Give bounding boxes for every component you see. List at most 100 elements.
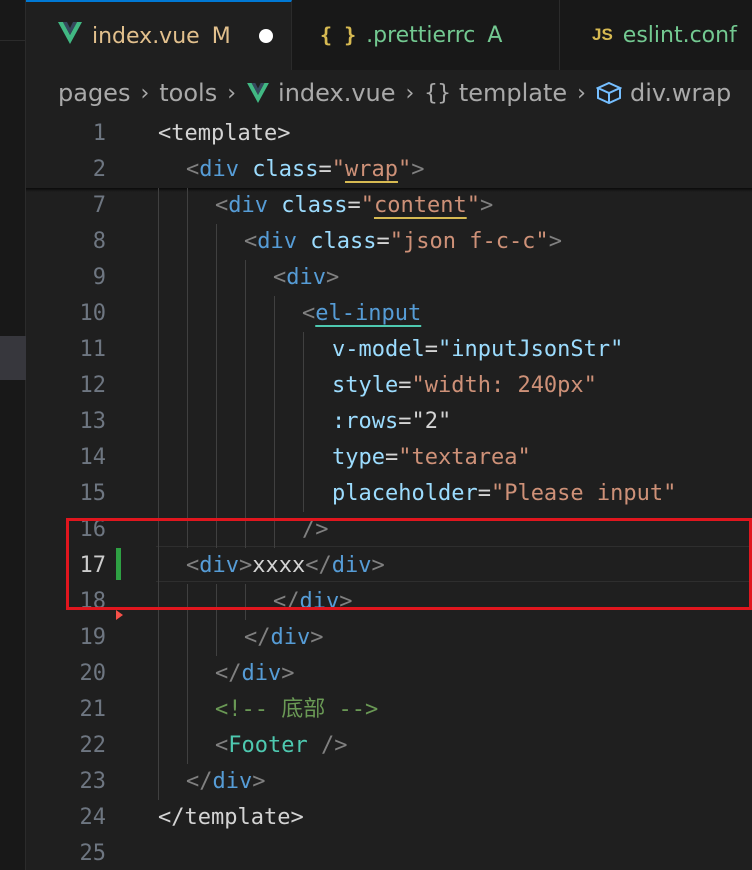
indent-guide <box>216 368 217 404</box>
code-line[interactable]: 1 <template> <box>26 116 752 152</box>
code-line[interactable]: 25 <box>26 836 752 870</box>
line-code: <el-input <box>302 301 422 326</box>
line-number: 10 <box>79 301 107 326</box>
code-line[interactable]: 10 <el-input <box>26 296 752 332</box>
line-code: <template> <box>158 121 291 146</box>
indent-guide <box>216 332 217 368</box>
code-line[interactable]: 11 v-model="inputJsonStr" <box>26 332 752 368</box>
indent-guide <box>274 296 275 332</box>
chevron-right-icon: › <box>577 80 586 106</box>
indent-guide <box>245 476 246 512</box>
indent-guide <box>158 440 159 476</box>
tab-bar: index.vue M { } .prettierrc A JS eslint.… <box>26 0 752 70</box>
git-deleted-gutter-marker[interactable] <box>116 610 123 620</box>
indent-guide <box>158 224 159 260</box>
indent-guide <box>158 692 159 728</box>
indent-guide <box>245 404 246 440</box>
indent-guide <box>274 476 275 512</box>
code-line[interactable]: 12 style="width: 240px" <box>26 368 752 404</box>
line-code: <div class="json f-c-c"> <box>244 229 562 254</box>
line-code: :rows="2" <box>332 409 452 434</box>
indent-guide <box>187 440 188 476</box>
code-line[interactable]: 22 <Footer /> <box>26 728 752 764</box>
indent-guide <box>216 620 217 656</box>
line-code: </div> <box>244 625 324 650</box>
line-number: 14 <box>79 445 107 470</box>
tab-label: eslint.conf <box>622 22 737 48</box>
indent-guide <box>216 476 217 512</box>
line-code: <div class="wrap"> <box>186 157 425 182</box>
indent-guide <box>187 188 188 224</box>
code-line[interactable]: 15 placeholder="Please input" <box>26 476 752 512</box>
indent-guide <box>158 368 159 404</box>
code-line[interactable]: 23 </div> <box>26 764 752 800</box>
indent-guide <box>274 368 275 404</box>
breadcrumb-item-file[interactable]: index.vue <box>278 79 395 107</box>
indent-guide <box>303 368 304 404</box>
indent-guide <box>158 728 159 764</box>
line-code: style="width: 240px" <box>332 373 597 398</box>
code-line[interactable]: 2 <div class="wrap"> <box>26 152 752 188</box>
activity-strip <box>0 0 26 870</box>
unsaved-dot-icon[interactable] <box>258 29 273 43</box>
breadcrumb-item-div-wrap[interactable]: div.wrap <box>630 79 731 107</box>
code-line[interactable]: 24 </template> <box>26 800 752 836</box>
indent-guide <box>158 764 159 800</box>
indent-guide <box>245 260 246 296</box>
indent-guide <box>187 332 188 368</box>
indent-guide <box>245 368 246 404</box>
indent-guide <box>158 404 159 440</box>
code-line[interactable]: 21 <!-- 底部 --> <box>26 692 752 728</box>
breadcrumb: pages › tools › index.vue › {} template … <box>26 70 752 116</box>
indent-guide <box>187 296 188 332</box>
line-code: <div> <box>273 265 340 290</box>
chevron-right-icon: › <box>405 80 415 106</box>
indent-guide <box>274 332 275 368</box>
code-line[interactable]: 14 type="textarea" <box>26 440 752 476</box>
line-number: 9 <box>92 265 106 290</box>
breadcrumb-item-tools[interactable]: tools <box>159 79 217 107</box>
line-number: 25 <box>79 841 107 866</box>
git-added-badge: A <box>487 22 503 48</box>
line-code: placeholder="Please input" <box>332 481 677 506</box>
code-line[interactable]: 9 <div> <box>26 260 752 296</box>
code-line[interactable]: 7 <div class="content"> <box>26 188 752 224</box>
line-number: 12 <box>79 373 107 398</box>
indent-guide <box>158 260 159 296</box>
code-line[interactable]: 19 </div> <box>26 620 752 656</box>
indent-guide <box>158 188 159 224</box>
line-number: 8 <box>92 229 106 254</box>
vue-icon <box>246 83 270 103</box>
indent-guide <box>158 332 159 368</box>
active-activity-marker[interactable] <box>0 336 26 380</box>
indent-guide <box>187 260 188 296</box>
indent-guide <box>187 728 188 764</box>
tab-label: .prettierrc <box>366 22 476 48</box>
indent-guide <box>187 692 188 728</box>
code-line[interactable]: 8 <div class="json f-c-c"> <box>26 224 752 260</box>
line-number: 11 <box>79 337 107 362</box>
line-number: 2 <box>92 157 106 182</box>
code-line[interactable]: 13 :rows="2" <box>26 404 752 440</box>
breadcrumb-item-template[interactable]: template <box>459 79 567 107</box>
breadcrumb-item-pages[interactable]: pages <box>58 79 130 107</box>
indent-guide <box>158 296 159 332</box>
line-number: 24 <box>79 805 107 830</box>
code-line[interactable]: 20 </div> <box>26 656 752 692</box>
indent-guide <box>274 440 275 476</box>
indent-guide <box>216 296 217 332</box>
indent-guide <box>187 404 188 440</box>
line-code: <div class="content"> <box>215 193 494 218</box>
git-modified-badge: M <box>211 23 231 49</box>
line-number: 23 <box>79 769 107 794</box>
indent-guide <box>158 620 159 656</box>
strip-divider <box>0 40 26 41</box>
annotation-highlight-box <box>66 518 752 610</box>
line-number: 1 <box>92 121 106 146</box>
tab-prettierrc[interactable]: { } .prettierrc A <box>292 0 560 70</box>
tab-index-vue[interactable]: index.vue M <box>26 0 292 70</box>
tab-label: index.vue <box>92 23 200 49</box>
tab-eslint-config[interactable]: JS eslint.conf <box>560 0 752 70</box>
indent-guide <box>303 440 304 476</box>
code-editor[interactable]: 1 <template> 2 <div class="wrap"> 7 <div… <box>26 116 752 870</box>
